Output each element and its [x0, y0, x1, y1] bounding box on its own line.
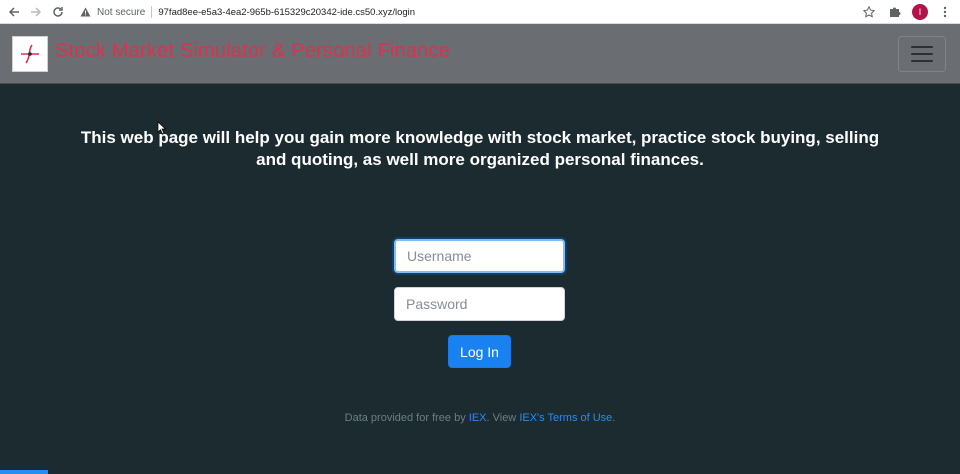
logo-icon — [21, 44, 39, 64]
profile-avatar[interactable]: I — [912, 4, 928, 20]
footer-attribution: Data provided for free by IEX. View IEX'… — [344, 412, 616, 424]
browser-toolbar: Not secure 97fad8ee-e5a3-4ea2-965b-61532… — [0, 0, 960, 24]
address-bar[interactable]: Not secure 97fad8ee-e5a3-4ea2-965b-61532… — [78, 2, 886, 22]
back-button[interactable] — [3, 1, 25, 23]
warning-icon — [78, 5, 92, 19]
menu-toggle-button[interactable] — [898, 36, 946, 72]
password-input[interactable] — [394, 287, 565, 321]
url-text: 97fad8ee-e5a3-4ea2-965b-615329c20342-ide… — [158, 6, 416, 18]
loading-progress-bar — [0, 470, 48, 474]
puzzle-icon[interactable] — [886, 3, 904, 21]
arrow-right-icon — [31, 6, 42, 17]
reload-icon — [53, 6, 63, 17]
arrow-left-icon — [8, 6, 19, 17]
intro-text: This web page will help you gain more kn… — [80, 128, 880, 169]
more-menu-icon[interactable] — [936, 3, 954, 21]
brand-title[interactable]: Stock Market Simulator & Personal Financ… — [55, 40, 450, 63]
reload-button[interactable] — [47, 1, 69, 23]
hamburger-icon — [911, 46, 933, 48]
iex-terms-link[interactable]: IEX's Terms of Use — [519, 412, 612, 424]
login-button[interactable]: Log In — [448, 335, 511, 368]
site-logo[interactable] — [12, 36, 48, 72]
mouse-pointer-icon — [157, 121, 167, 135]
iex-link[interactable]: IEX — [469, 412, 487, 424]
app-navbar: Stock Market Simulator & Personal Financ… — [0, 24, 960, 84]
security-label: Not secure — [97, 6, 146, 18]
username-input[interactable] — [394, 239, 565, 273]
forward-button[interactable] — [25, 1, 47, 23]
address-divider — [151, 6, 153, 18]
star-icon[interactable] — [860, 3, 878, 21]
